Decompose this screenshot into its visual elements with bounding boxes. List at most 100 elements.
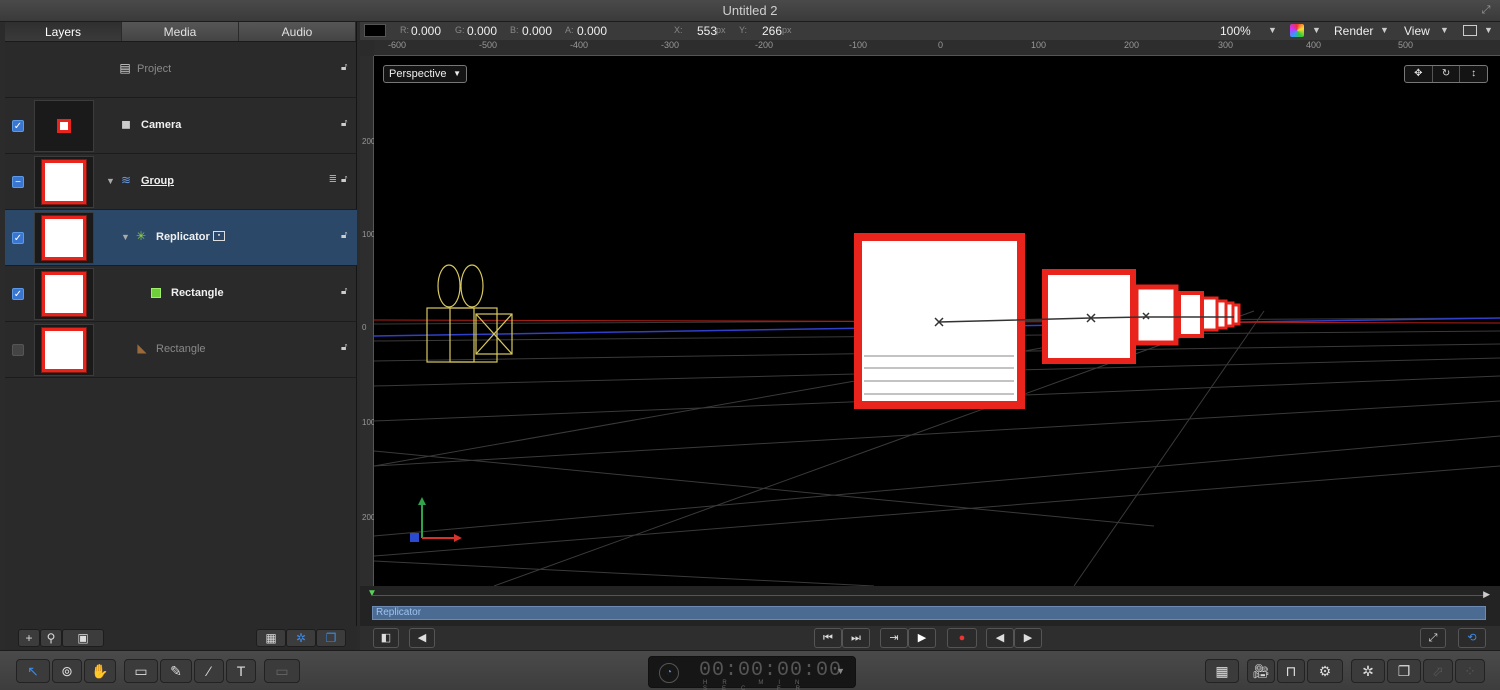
previous-frame-icon[interactable]: ◀: [986, 628, 1014, 648]
dolly-icon[interactable]: ↕: [1460, 66, 1487, 82]
transport-controls: ◧ ◀ ⏮ ⏭ ⇥ ▶ ● ◀ ▶ ⤢ ⟲: [360, 626, 1500, 650]
ruler-tick-label: 0: [938, 40, 944, 50]
layer-visibility-checkbox[interactable]: ✓: [12, 287, 24, 300]
y-value: 266: [762, 24, 783, 38]
tab-layers[interactable]: Layers: [5, 22, 122, 41]
keyframe-editor-icon[interactable]: ▦: [1205, 659, 1239, 683]
layer-name: Project: [137, 63, 172, 75]
add-light-icon[interactable]: ⊓: [1277, 659, 1305, 683]
chevron-down-icon[interactable]: ▼: [1440, 25, 1449, 35]
layer-name: Rectangle: [156, 343, 206, 355]
chevron-down-icon[interactable]: ▼: [1380, 25, 1389, 35]
layer-row-group[interactable]: − ▼ ≋ Group ≣ 🔓︎: [5, 154, 357, 210]
sidebar-toggle-icon[interactable]: ◧: [373, 628, 399, 648]
select-tool-icon[interactable]: ↖: [16, 659, 50, 683]
ruler-tick-label: 500: [1398, 40, 1414, 50]
orbit-icon[interactable]: ↻: [1433, 66, 1461, 82]
window-layout-icon[interactable]: [1463, 25, 1477, 36]
audio-icon[interactable]: ◀: [409, 628, 435, 648]
next-frame-icon[interactable]: ▶: [1014, 628, 1042, 648]
lock-icon[interactable]: 🔓︎: [341, 62, 351, 74]
paint-stroke-tool-icon[interactable]: ⁄: [194, 659, 224, 683]
zoom-dropdown[interactable]: 100%: [1220, 24, 1251, 38]
bezier-tool-icon[interactable]: ✎: [160, 659, 192, 683]
disclosure-triangle-icon[interactable]: ▼: [106, 176, 115, 186]
timeline-clip[interactable]: Replicator: [372, 606, 1486, 620]
layer-visibility-checkbox[interactable]: ✓: [12, 231, 24, 244]
replicator-icon: ✳: [135, 229, 147, 243]
disclosure-triangle-icon[interactable]: ▼: [121, 232, 130, 242]
layer-row-rectangle-disabled[interactable]: ◣ Rectangle 🔓︎: [5, 322, 357, 378]
chevron-down-icon: ▼: [453, 69, 461, 78]
search-icon[interactable]: ⚲: [40, 629, 62, 647]
anchor-tool-icon[interactable]: ⊚: [52, 659, 82, 683]
channels-icon[interactable]: [1290, 24, 1304, 37]
add-icon[interactable]: +: [18, 629, 40, 647]
layers-panel-footer: + ⚲ ▣ ▦ ✲ ❐: [5, 626, 357, 650]
layer-row-project[interactable]: ▤ Project 🔓︎: [5, 42, 357, 98]
cell-icon: ▪: [213, 231, 225, 241]
view-menu[interactable]: View: [1404, 24, 1430, 38]
fullscreen-icon[interactable]: ⤢: [1480, 4, 1492, 16]
camera-view-dropdown[interactable]: Perspective ▼: [383, 65, 467, 83]
add-camera-icon[interactable]: 🎥︎: [1247, 659, 1275, 683]
layers-panel: Layers Media Audio ▤ Project 🔓︎ ✓ ◼ Came…: [5, 22, 357, 650]
layer-visibility-checkbox[interactable]: [12, 343, 24, 356]
layers-icon[interactable]: ❐: [316, 629, 346, 647]
layer-thumbnail: [34, 267, 94, 320]
pan-icon[interactable]: ✥: [1405, 66, 1433, 82]
gear-icon[interactable]: ✲: [286, 629, 316, 647]
clock-icon: ◔: [659, 663, 679, 683]
replicate-icon[interactable]: ⁘: [1455, 659, 1485, 683]
layer-row-replicator[interactable]: ✓ ▼ ✳ Replicator ▪ 🔓︎: [5, 210, 357, 266]
share-icon[interactable]: ⬀: [1423, 659, 1453, 683]
lock-icon[interactable]: 🔓︎: [341, 286, 351, 298]
canvas-viewport[interactable]: Perspective ▼ ✥ ↻ ↕: [374, 56, 1500, 586]
ruler-tick-label: 0: [362, 323, 367, 332]
timecode-display[interactable]: ◔ 00:00:00:00 HR MIN SEC FR ▼: [648, 656, 856, 690]
layer-visibility-checkbox[interactable]: −: [12, 175, 24, 188]
pan-tool-icon[interactable]: ✋: [84, 659, 116, 683]
lock-icon[interactable]: 🔓︎: [341, 342, 351, 354]
loop-icon[interactable]: ⟲: [1458, 628, 1486, 648]
title-bar: Untitled 2 ⤢: [0, 0, 1500, 22]
layer-thumbnail: [34, 99, 94, 152]
lock-icon[interactable]: 🔓︎: [341, 174, 351, 186]
text-tool-icon[interactable]: T: [226, 659, 256, 683]
ruler-tick-label: 300: [1218, 40, 1234, 50]
ruler-tick-label: -400: [570, 40, 589, 50]
rectangle-tool-icon[interactable]: ▭: [124, 659, 158, 683]
layer-visibility-checkbox[interactable]: ✓: [12, 119, 24, 132]
chevron-down-icon[interactable]: ▼: [1484, 25, 1493, 35]
mask-tool-icon[interactable]: ▭: [264, 659, 300, 683]
playhead-icon[interactable]: ▼: [367, 588, 377, 599]
window-title: Untitled 2: [722, 3, 778, 18]
go-to-end-icon[interactable]: ⏭: [842, 628, 870, 648]
lock-icon[interactable]: 🔓︎: [341, 230, 351, 242]
filters-icon[interactable]: ✲: [1351, 659, 1385, 683]
film-icon[interactable]: ▦: [256, 629, 286, 647]
record-icon[interactable]: ●: [947, 628, 977, 648]
tab-media[interactable]: Media: [122, 22, 239, 41]
mini-timeline: ▼ ▶ Replicator: [360, 586, 1500, 626]
chevron-down-icon[interactable]: ▼: [1312, 25, 1321, 35]
behaviors-icon[interactable]: ⚙: [1307, 659, 1343, 683]
step-forward-icon[interactable]: ⇥: [880, 628, 908, 648]
lock-icon[interactable]: 🔓︎: [341, 118, 351, 130]
expand-icon[interactable]: ⤢: [1420, 628, 1446, 648]
play-icon[interactable]: ▶: [908, 628, 936, 648]
layer-options-icon[interactable]: ▣: [62, 629, 104, 647]
tab-audio[interactable]: Audio: [239, 22, 356, 41]
b-label: B:: [510, 25, 519, 35]
render-menu[interactable]: Render: [1334, 24, 1373, 38]
layer-row-camera[interactable]: ✓ ◼ Camera 🔓︎: [5, 98, 357, 154]
layer-row-rectangle[interactable]: ✓ Rectangle 🔓︎: [5, 266, 357, 322]
generators-icon[interactable]: ❐: [1387, 659, 1421, 683]
chevron-down-icon[interactable]: ▼: [1268, 25, 1277, 35]
out-point-icon[interactable]: ▶: [1483, 589, 1490, 600]
ruler-tick-label: 100: [1031, 40, 1047, 50]
ruler-tick-label: 100: [362, 418, 376, 427]
timecode-value: 00:00:00:00: [699, 659, 843, 682]
camera-wireframe: [426, 264, 513, 363]
go-to-start-icon[interactable]: ⏮: [814, 628, 842, 648]
